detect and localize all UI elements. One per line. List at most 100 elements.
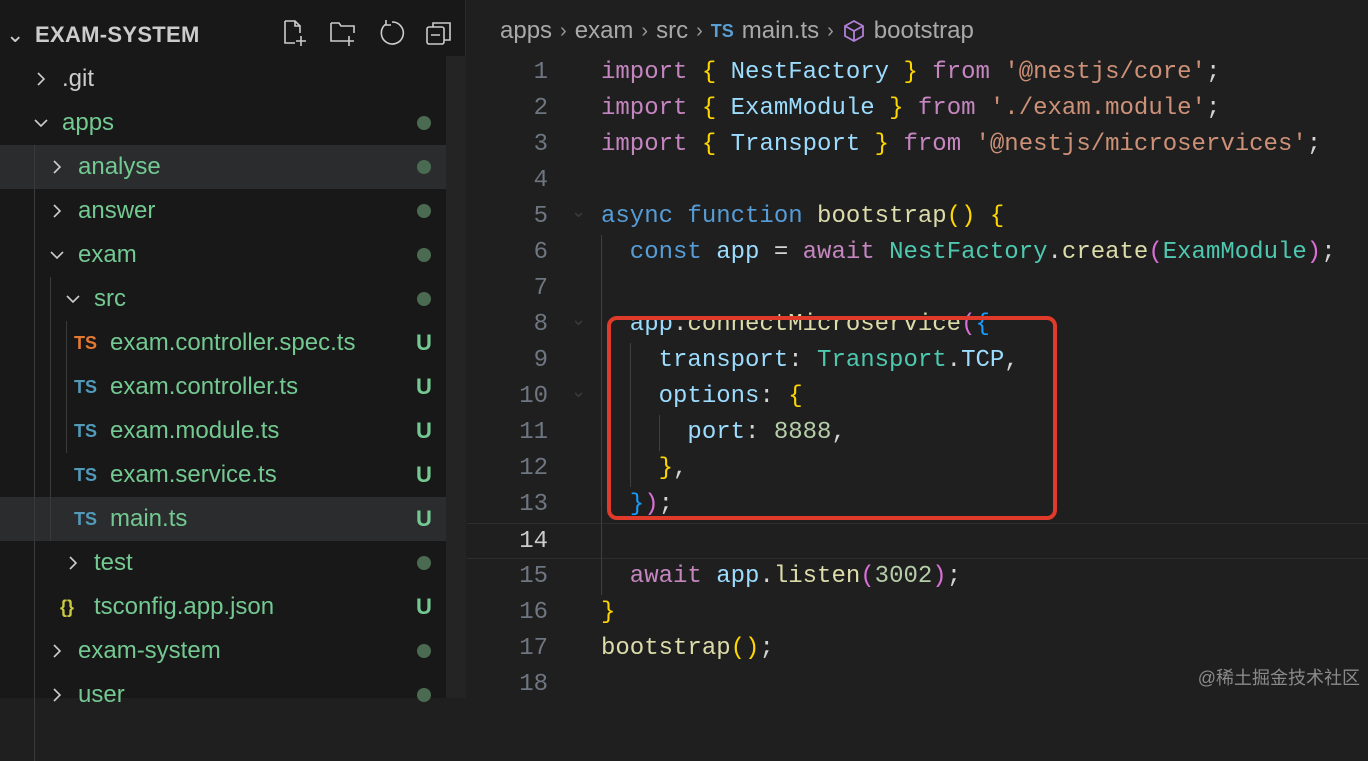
code-token: } — [860, 131, 904, 158]
code-line[interactable]: 16} — [467, 595, 1368, 631]
sidebar-scrollbar[interactable] — [446, 56, 466, 698]
git-modified-dot-icon — [417, 556, 431, 570]
breadcrumb-item[interactable]: exam — [575, 17, 634, 45]
tree-item-label: .git — [62, 65, 95, 92]
tree-item-exam[interactable]: exam — [0, 233, 446, 277]
fold-chevron-icon[interactable]: ⌄ — [571, 303, 586, 339]
code-line[interactable]: 1 import { NestFactory } from '@nestjs/co… — [467, 55, 1368, 91]
code-text: await app.listen(3002); — [601, 559, 961, 595]
code-token: bootstrap — [817, 203, 947, 230]
code-token: } — [601, 599, 616, 626]
tree-item-label: src — [94, 285, 126, 312]
code-token: '@nestjs/microservices' — [975, 131, 1307, 158]
explorer-sidebar: ⌄ EXAM-SYSTEM .git apps analyse answer exam s… — [0, 0, 466, 761]
tree-item-exam-service-ts[interactable]: TS exam.service.ts U — [0, 453, 446, 497]
code-token: . — [1047, 239, 1062, 266]
code-token: { — [701, 131, 731, 158]
tree-item-main-ts[interactable]: TS main.ts U — [0, 497, 446, 541]
breadcrumb-item[interactable]: apps — [500, 17, 552, 45]
code-token: ; — [1205, 59, 1221, 86]
code-line[interactable]: 2 import { ExamModule } from './exam.modu… — [467, 91, 1368, 127]
code-token: await — [601, 563, 717, 590]
code-token: './exam.module' — [989, 95, 1206, 122]
code-editor[interactable]: apps › exam › src › TS main.ts › bootstrap 1… — [467, 0, 1368, 698]
code-text: import { NestFactory } from '@nestjs/cor… — [601, 55, 1220, 91]
fold-chevron-icon[interactable]: ⌄ — [571, 375, 586, 411]
git-modified-dot-icon — [417, 248, 431, 262]
chevron-right-icon[interactable] — [49, 629, 65, 675]
symbol-method-icon — [843, 19, 864, 43]
tree-item-src[interactable]: src — [0, 277, 446, 321]
typescript-file-icon: TS — [710, 20, 734, 41]
chevron-right-icon[interactable] — [49, 673, 65, 719]
code-token: from — [932, 59, 1005, 86]
code-line[interactable]: 17 bootstrap(); — [467, 631, 1368, 667]
code-token: } — [889, 59, 933, 86]
chevron-right-icon[interactable] — [49, 189, 65, 235]
chevron-right-icon[interactable] — [49, 145, 65, 191]
line-number: 3 — [533, 131, 548, 158]
chevron-down-icon[interactable] — [65, 277, 81, 323]
tree-item-test[interactable]: test — [0, 541, 446, 585]
typescript-file-icon: TS — [74, 377, 98, 397]
tree-item-label: exam.service.ts — [110, 461, 277, 488]
tree-item-answer[interactable]: answer — [0, 189, 446, 233]
code-token: NestFactory — [889, 239, 1048, 266]
code-token: from — [917, 95, 990, 122]
tree-item--git[interactable]: .git — [0, 57, 446, 101]
breadcrumb-item[interactable]: src — [656, 17, 688, 45]
git-modified-dot-icon — [417, 644, 431, 658]
code-line[interactable]: 4 — [467, 163, 1368, 199]
code-token: 3002 — [874, 563, 933, 590]
line-number: 5 — [533, 203, 548, 230]
code-line[interactable]: 5 ⌄ async function bootstrap() { — [467, 199, 1368, 235]
line-number: 16 — [519, 599, 548, 626]
tree-item-tsconfig-app-json[interactable]: {} tsconfig.app.json U — [0, 585, 446, 629]
code-line[interactable]: 3 import { Transport } from '@nestjs/micr… — [467, 127, 1368, 163]
typescript-file-icon: TS — [74, 421, 98, 441]
code-token: ) — [1306, 239, 1322, 266]
code-token: from — [903, 131, 976, 158]
code-text: const app = await NestFactory.create(Exa… — [601, 235, 1336, 271]
tree-item-analyse[interactable]: analyse — [0, 145, 446, 189]
collapse-all-icon[interactable] — [424, 18, 454, 48]
line-number: 11 — [519, 419, 548, 446]
refresh-icon[interactable] — [376, 18, 406, 48]
code-token: ( — [860, 563, 875, 590]
new-folder-icon[interactable] — [328, 18, 358, 48]
chevron-right-icon: › — [641, 19, 649, 42]
line-number: 1 — [533, 59, 548, 86]
tree-indent-guide — [50, 277, 51, 541]
code-line[interactable]: 15 await app.listen(3002); — [467, 559, 1368, 595]
fold-chevron-icon[interactable]: ⌄ — [571, 195, 586, 231]
line-number: 10 — [519, 383, 548, 410]
code-line[interactable]: 14 — [467, 523, 1368, 559]
tree-item-label: exam — [78, 241, 137, 268]
chevron-right-icon[interactable] — [65, 541, 81, 587]
explorer-header[interactable]: ⌄ EXAM-SYSTEM — [0, 13, 466, 57]
chevron-down-icon[interactable] — [49, 233, 65, 279]
tree-item-label: test — [94, 549, 133, 576]
chevron-down-icon[interactable] — [33, 101, 49, 147]
code-line[interactable]: 7 — [467, 271, 1368, 307]
git-modified-dot-icon — [417, 204, 431, 218]
tree-item-apps[interactable]: apps — [0, 101, 446, 145]
file-tree: .git apps analyse answer exam src TS exam.contr… — [0, 57, 446, 761]
code-line[interactable]: 6 const app = await NestFactory.create(E… — [467, 235, 1368, 271]
code-token: Transport — [730, 131, 861, 158]
chevron-down-icon[interactable]: ⌄ — [6, 22, 24, 48]
tree-item-label: apps — [62, 109, 115, 136]
line-number: 7 — [533, 275, 548, 302]
new-file-icon[interactable] — [280, 18, 310, 48]
tree-item-exam-system[interactable]: exam-system — [0, 629, 446, 673]
tree-item-label: exam.module.ts — [110, 417, 280, 444]
tree-item-user[interactable]: user — [0, 673, 446, 717]
breadcrumb-file[interactable]: main.ts — [742, 17, 819, 45]
git-status-badge: U — [416, 374, 432, 399]
breadcrumb-symbol[interactable]: bootstrap — [874, 17, 974, 45]
chevron-right-icon[interactable] — [33, 57, 49, 103]
indent-guide — [601, 235, 602, 595]
code-token: ) — [932, 563, 947, 590]
git-status-badge: U — [416, 594, 432, 619]
code-token: app — [716, 563, 760, 590]
